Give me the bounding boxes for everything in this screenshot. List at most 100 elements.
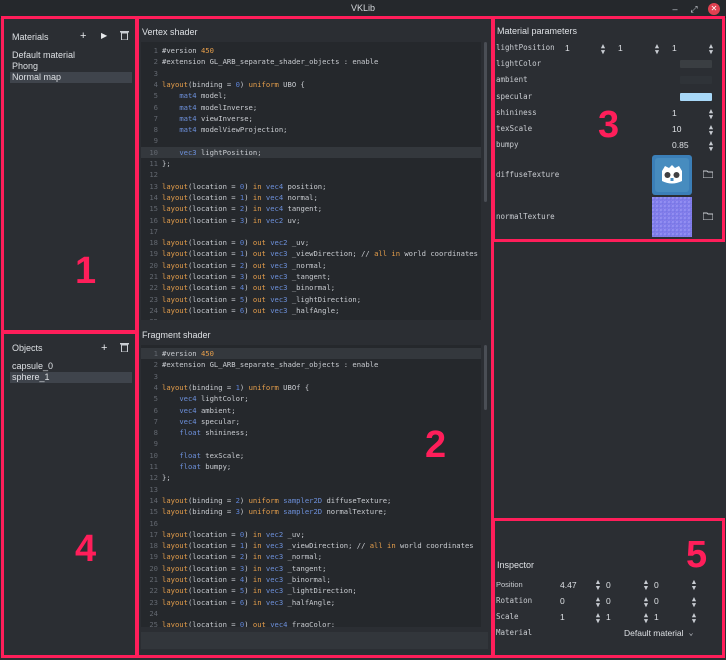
spin-icon[interactable]: ▲ ▼ — [599, 43, 607, 56]
minimize-icon[interactable]: – — [669, 3, 681, 15]
vertex-code-line: 14 layout(location = 1) in vec4 normal; — [149, 192, 318, 202]
add-material-icon[interactable]: + — [80, 30, 86, 42]
inspector-scale-row: Scale 1 ▲ ▼ 1 ▲ ▼ 1 ▲ ▼ — [496, 610, 721, 625]
inspector-position-row: Position 4.47 ▲ ▼ 0 ▲ ▼ 0 ▲ ▼ — [496, 578, 721, 592]
status-bar — [141, 632, 488, 649]
delete-material-icon[interactable] — [120, 30, 129, 43]
vertex-code-line: 21 layout(location = 3) out vec3 _tangent… — [149, 272, 331, 281]
shininess-label: shininess — [496, 108, 537, 117]
fragment-code-line: 2 #extension GL_ARB_separate_shader_objec… — [153, 360, 379, 370]
godot-logo-thumbnail-icon[interactable] — [652, 155, 692, 195]
spin-icon[interactable]: ▲ ▼ — [653, 43, 661, 56]
spin-icon[interactable]: ▲ ▼ — [707, 124, 715, 137]
vertex-scrollbar[interactable] — [484, 42, 487, 202]
spin-icon[interactable]: ▲ ▼ — [642, 579, 650, 592]
fragment-code-line: 13 — [149, 484, 158, 494]
fragment-code-line: 12}; — [149, 473, 171, 483]
rotation-z[interactable]: 0 — [654, 594, 659, 608]
objects-title: Objects — [12, 343, 43, 353]
vertex-code-line: 18 layout(location = 0) out vec2 _uv; — [149, 238, 310, 248]
fragment-code-line: 19 layout(location = 2) in vec3 _normal; — [149, 552, 323, 562]
spin-icon[interactable]: ▲ ▼ — [594, 596, 602, 609]
scale-z[interactable]: 1 — [654, 610, 659, 624]
fragment-code-line: 6 vec4 ambient; — [153, 405, 236, 415]
light-position-x[interactable]: 1 — [565, 41, 570, 55]
vertex-code-line: 10 vec3 lightPosition; — [141, 146, 481, 158]
position-x[interactable]: 4.47 — [560, 578, 577, 592]
vertex-shader-editor[interactable]: 1 #version 450 2 #extension GL_ARB_separate… — [141, 42, 481, 320]
vertex-code-line: 6 mat4 modelInverse; — [153, 102, 258, 112]
spin-icon[interactable]: ▲ ▼ — [690, 612, 698, 625]
position-y[interactable]: 0 — [606, 578, 611, 592]
scale-label: Scale — [496, 612, 519, 621]
light-position-y[interactable]: 1 — [618, 41, 623, 55]
rotation-y[interactable]: 0 — [606, 594, 611, 608]
vertex-code-line: 11}; — [149, 159, 171, 168]
list-item[interactable]: Phong — [10, 61, 132, 72]
bumpy-value[interactable]: 0.85 — [672, 138, 689, 152]
vertex-code-line: 5 mat4 model; — [153, 91, 227, 101]
normal-texture-label: normalTexture — [496, 212, 555, 221]
viewport-area[interactable] — [492, 243, 726, 518]
list-item[interactable]: Normal map — [10, 72, 132, 83]
ambient-swatch[interactable] — [680, 76, 712, 84]
fragment-scrollbar[interactable] — [484, 345, 487, 410]
vertex-code-line: 8 mat4 modelViewProjection; — [153, 125, 288, 135]
callout-number-5: 5 — [686, 534, 708, 576]
vertex-code-line: 25 — [141, 316, 481, 320]
fragment-code-line: 20 layout(location = 3) in vec3 _tangent; — [149, 563, 327, 573]
spin-icon[interactable]: ▲ ▼ — [594, 579, 602, 592]
delete-object-icon[interactable] — [120, 342, 129, 355]
fragment-shader-editor[interactable]: 1 #version 450 2 #extension GL_ARB_separate… — [141, 345, 481, 627]
normal-texture-folder-icon[interactable] — [702, 212, 714, 222]
close-icon[interactable]: ✕ — [708, 3, 720, 15]
spin-icon[interactable]: ▲ ▼ — [690, 596, 698, 609]
spin-icon[interactable]: ▲ ▼ — [642, 612, 650, 625]
inspector-title: Inspector — [497, 560, 535, 570]
inspector-rotation-row: Rotation 0 ▲ ▼ 0 ▲ ▼ 0 ▲ ▼ — [496, 594, 721, 609]
vertex-code-line: 12 — [149, 170, 158, 180]
vertex-code-line: 24 layout(location = 6) out vec3 _halfAng… — [149, 305, 340, 315]
callout-number-3: 3 — [598, 104, 620, 146]
vertex-code-line: 7 mat4 viewInverse; — [153, 113, 253, 123]
specular-swatch[interactable] — [680, 93, 712, 101]
spin-icon[interactable]: ▲ ▼ — [707, 108, 715, 121]
vertex-code-line: 4 layout(binding = 0) uniform UBO { — [153, 79, 305, 89]
maximize-icon[interactable]: ⤢ — [688, 3, 700, 15]
material-parameters-title: Material parameters — [497, 26, 578, 36]
scale-y[interactable]: 1 — [606, 610, 611, 624]
fragment-code-line: 16 — [149, 518, 158, 528]
scale-x[interactable]: 1 — [560, 610, 565, 624]
spin-icon[interactable]: ▲ ▼ — [594, 612, 602, 625]
spin-icon[interactable]: ▲ ▼ — [707, 43, 715, 56]
list-item[interactable]: Default material — [10, 50, 132, 61]
chevron-down-icon[interactable]: ⌄ — [687, 629, 695, 637]
rotation-x[interactable]: 0 — [560, 594, 565, 608]
specular-row: specular — [496, 90, 721, 104]
list-item[interactable]: sphere_1 — [10, 372, 132, 383]
diffuse-texture-folder-icon[interactable] — [702, 170, 714, 180]
position-z[interactable]: 0 — [654, 578, 659, 592]
tex-scale-value[interactable]: 10 — [672, 122, 681, 136]
spin-icon[interactable]: ▲ ▼ — [707, 140, 715, 153]
add-object-icon[interactable]: + — [101, 342, 107, 354]
spin-icon[interactable]: ▲ ▼ — [642, 596, 650, 609]
play-icon[interactable]: ▶ — [101, 30, 107, 42]
spin-icon[interactable]: ▲ ▼ — [690, 579, 698, 592]
fragment-shader-title: Fragment shader — [142, 330, 211, 340]
light-position-z[interactable]: 1 — [672, 41, 677, 55]
vertex-code-line: 13 layout(location = 0) in vec4 position; — [149, 181, 327, 191]
normal-map-thumbnail-icon[interactable] — [652, 197, 692, 237]
list-item[interactable]: capsule_0 — [10, 361, 132, 372]
shininess-value[interactable]: 1 — [672, 106, 677, 120]
vertex-code-line: 1 #version 450 — [153, 46, 214, 55]
vertex-code-line: 9 — [153, 136, 158, 146]
ambient-label: ambient — [496, 75, 528, 84]
light-color-swatch[interactable] — [680, 60, 712, 68]
fragment-code-line: 22 layout(location = 5) in vec3 _lightDir… — [149, 586, 357, 596]
material-select[interactable]: Default material — [624, 626, 684, 640]
position-label: Position — [496, 580, 523, 589]
vertex-code-line: 3 — [153, 68, 158, 78]
inspector-material-row: Material Default material ⌄ — [496, 626, 721, 640]
light-color-label: lightColor — [496, 59, 542, 68]
